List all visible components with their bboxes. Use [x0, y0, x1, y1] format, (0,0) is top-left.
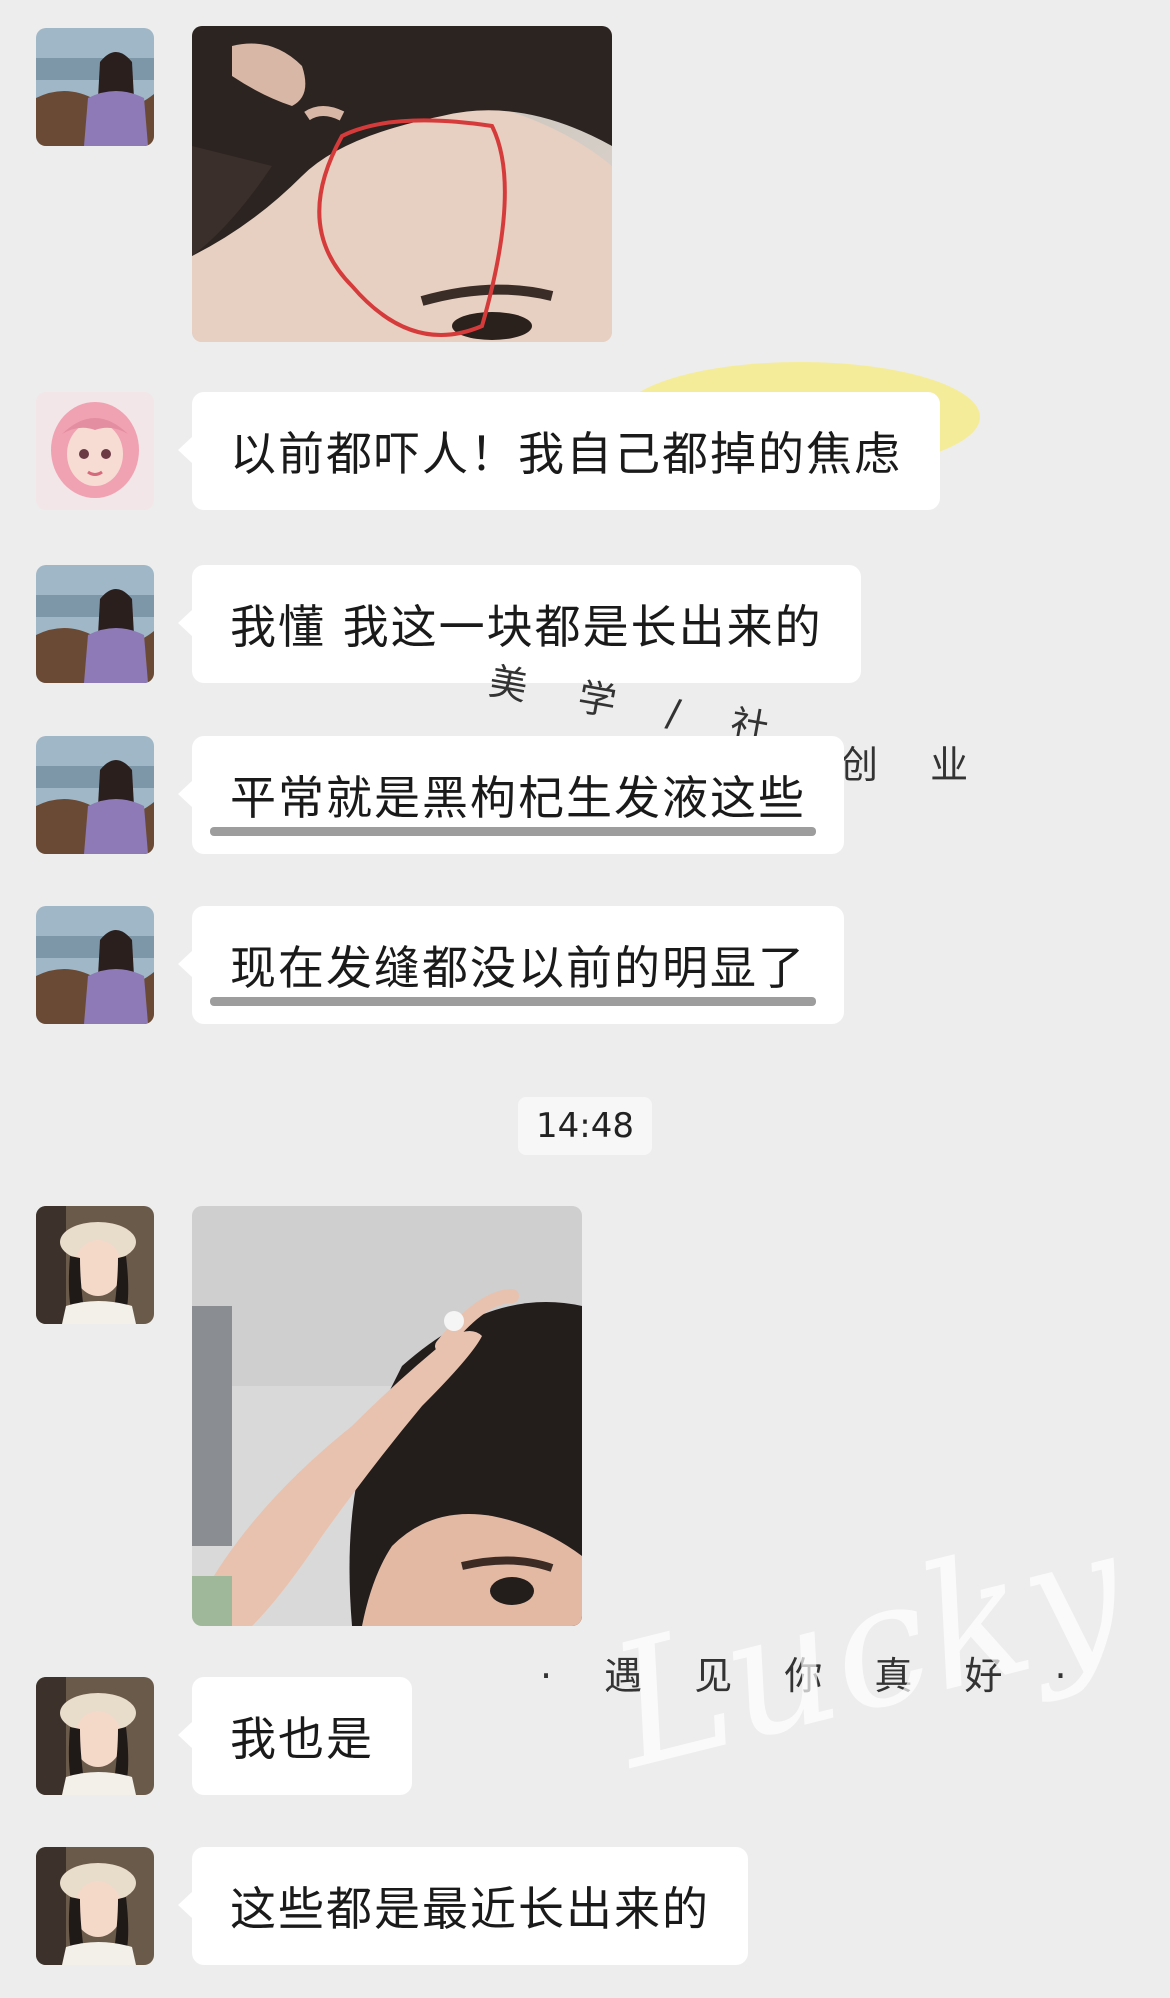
avatar-beret[interactable]: [36, 1677, 154, 1795]
hairline-photo-2-image: [192, 1206, 582, 1626]
beret-avatar-icon: [36, 1677, 154, 1795]
message-text: 以前都吓人！我自己都掉的焦虑: [230, 427, 902, 481]
avatar-landscape[interactable]: [36, 565, 154, 683]
message-text: 我懂 我这一块都是长出来的: [230, 600, 823, 654]
hairline-photo-2[interactable]: [192, 1206, 582, 1626]
landscape-avatar-icon: [36, 28, 154, 146]
message-text: 平常就是黑枸杞生发液这些: [230, 771, 806, 825]
landscape-avatar-icon: [36, 565, 154, 683]
avatar-beret[interactable]: [36, 1206, 154, 1324]
message-text: 这些都是最近长出来的: [230, 1882, 710, 1936]
hairline-photo-1-image: [192, 26, 612, 342]
beret-avatar-icon: [36, 1206, 154, 1324]
pink-hair-avatar-icon: [36, 392, 154, 510]
message-text: 我也是: [230, 1712, 374, 1766]
hairline-photo-1[interactable]: [192, 26, 612, 342]
sticker-text-2: 创 业: [840, 743, 989, 787]
message-text: 现在发缝都没以前的明显了: [230, 941, 806, 995]
landscape-avatar-icon: [36, 906, 154, 1024]
message-bubble[interactable]: 以前都吓人！我自己都掉的焦虑: [178, 392, 940, 510]
message-bubble[interactable]: 这些都是最近长出来的: [178, 1847, 748, 1965]
timestamp: 14:48: [518, 1097, 652, 1155]
underline-highlight: [210, 997, 816, 1006]
underline-highlight: [210, 827, 816, 836]
message-bubble[interactable]: 现在发缝都没以前的明显了: [178, 906, 844, 1024]
message-bubble[interactable]: 平常就是黑枸杞生发液这些: [178, 736, 844, 854]
landscape-avatar-icon: [36, 736, 154, 854]
avatar-landscape[interactable]: [36, 736, 154, 854]
avatar-beret[interactable]: [36, 1847, 154, 1965]
avatar-pink-hair[interactable]: [36, 392, 154, 510]
lucky-script-watermark: Lucky: [593, 1490, 1143, 1808]
beret-avatar-icon: [36, 1847, 154, 1965]
avatar-landscape[interactable]: [36, 28, 154, 146]
avatar-landscape[interactable]: [36, 906, 154, 1024]
chat-view[interactable]: 以前都吓人！我自己都掉的焦虑 我懂 我这一块都是长出来的 美 学 / 社 创 业…: [0, 0, 1170, 1998]
message-bubble[interactable]: 我也是: [178, 1677, 412, 1795]
